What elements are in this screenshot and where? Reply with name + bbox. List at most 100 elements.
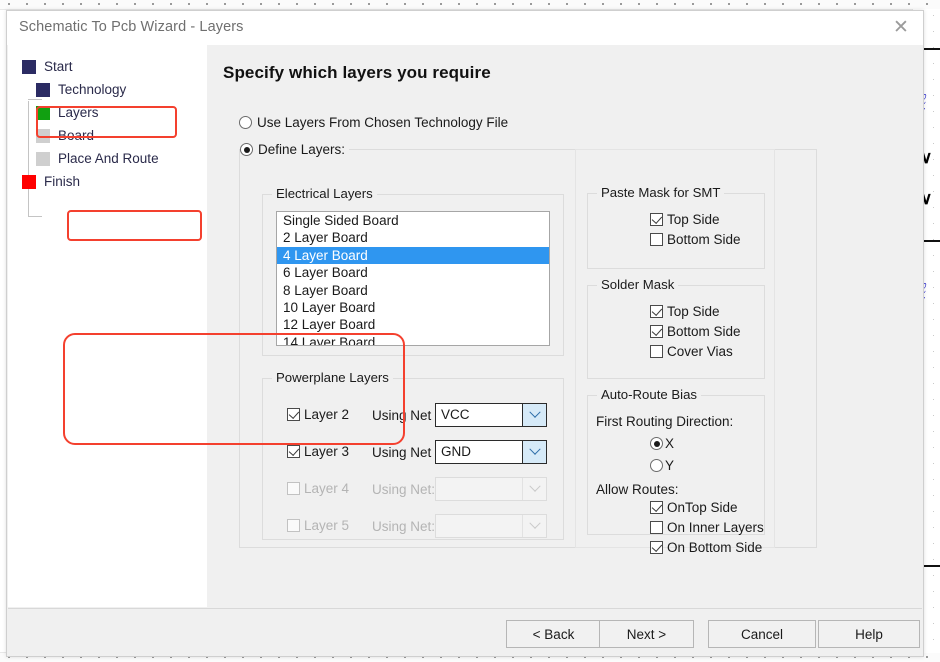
checkbox-cover-vias[interactable]: Cover Vias	[650, 344, 733, 359]
step-marker-icon	[22, 59, 36, 74]
checkbox-indicator	[287, 519, 300, 532]
checkbox-indicator	[287, 445, 300, 458]
checkbox-on-inner-layers[interactable]: On Inner Layers	[650, 520, 764, 535]
wizard-steps-panel: Start Technology Layers Board Place And Rout…	[8, 45, 208, 607]
checkbox-label: Layer 5	[304, 518, 350, 533]
solder-mask-group: Solder Mask Top Side Bottom Side Cover Via…	[587, 277, 765, 379]
checkbox-label: Bottom Side	[667, 232, 741, 247]
using-net-label: Using Net	[372, 445, 432, 460]
checkbox-bottom-side[interactable]: Bottom Side	[650, 324, 741, 339]
wizard-step-start[interactable]: Start	[22, 55, 159, 78]
paste-mask-title: Paste Mask for SMT	[597, 185, 725, 200]
close-icon[interactable]: ✕	[879, 11, 923, 44]
combobox-value	[436, 515, 522, 537]
checkbox-indicator	[650, 213, 663, 226]
button-back[interactable]: < Back	[506, 620, 601, 648]
checkbox-indicator	[650, 305, 663, 318]
radio-indicator	[239, 116, 252, 129]
checkbox-top-side[interactable]: Top Side	[650, 212, 720, 227]
checkbox-label: On Inner Layers	[667, 520, 764, 535]
powerplane-layer-checkbox[interactable]: Layer 3	[287, 444, 349, 459]
step-label: Layers	[58, 105, 99, 120]
checkbox-indicator	[650, 345, 663, 358]
using-net-combobox[interactable]: VCC	[435, 403, 547, 427]
checkbox-label: Layer 2	[304, 407, 350, 422]
listbox-item[interactable]: Single Sided Board	[277, 212, 549, 229]
listbox-item[interactable]: 14 Layer Board	[277, 334, 549, 345]
radio-label: Use Layers From Chosen Technology File	[257, 115, 509, 130]
checkbox-on-bottom-side[interactable]: On Bottom Side	[650, 540, 762, 555]
step-label: Place And Route	[58, 151, 159, 166]
listbox-item[interactable]: 2 Layer Board	[277, 229, 549, 246]
listbox-item[interactable]: 4 Layer Board	[277, 246, 549, 265]
checkbox-indicator	[650, 325, 663, 338]
wizard-step-layers[interactable]: Layers	[22, 101, 159, 124]
chevron-down-icon[interactable]	[522, 478, 546, 500]
radio-direction-y[interactable]: Y	[650, 458, 674, 473]
button-help[interactable]: Help	[818, 620, 920, 648]
radio-define-layers[interactable]: Define Layers:	[240, 142, 345, 157]
radio-indicator	[240, 143, 253, 157]
dialog-footer: < Back Next > Cancel Help	[8, 608, 922, 656]
radio-indicator	[650, 459, 663, 472]
checkbox-label: On Bottom Side	[667, 540, 763, 555]
button-next[interactable]: Next >	[599, 620, 694, 648]
electrical-layers-listbox[interactable]: Single Sided Board 2 Layer Board 4 Layer B…	[276, 211, 550, 346]
step-marker-icon	[36, 151, 50, 166]
wizard-step-technology[interactable]: Technology	[22, 78, 159, 101]
radio-label: Y	[665, 458, 675, 473]
checkbox-indicator	[287, 408, 300, 421]
step-marker-icon	[36, 128, 50, 143]
wizard-step-list: Start Technology Layers Board Place And Rout…	[22, 55, 159, 193]
ruler-top	[0, 0, 940, 10]
titlebar: Schematic To Pcb Wizard - Layers ✕	[7, 11, 923, 45]
radio-direction-x[interactable]: X	[650, 436, 674, 451]
wizard-step-board[interactable]: Board	[22, 124, 159, 147]
checkbox-bottom-side[interactable]: Bottom Side	[650, 232, 741, 247]
checkbox-label: Cover Vias	[667, 344, 733, 359]
page-title: Specify which layers you require	[223, 63, 491, 82]
using-net-label: Using Net	[372, 408, 432, 423]
checkbox-label: Layer 3	[304, 444, 350, 459]
powerplane-layer-checkbox: Layer 4	[287, 481, 349, 496]
step-label: Technology	[58, 82, 127, 97]
button-cancel[interactable]: Cancel	[708, 620, 816, 648]
wizard-step-finish[interactable]: Finish	[22, 170, 159, 193]
chevron-down-icon[interactable]	[522, 441, 546, 463]
chevron-down-icon[interactable]	[522, 515, 546, 537]
combobox-value: VCC	[441, 407, 470, 422]
wizard-step-place-and-route[interactable]: Place And Route	[22, 147, 159, 170]
checkbox-label: Layer 4	[304, 481, 350, 496]
step-label: Board	[58, 128, 95, 143]
checkbox-label: OnTop Side	[667, 500, 738, 515]
combobox-value: GND	[441, 444, 471, 459]
powerplane-layers-group: Powerplane Layers Layer 2 Using Net VCC Lay…	[262, 370, 564, 540]
listbox-item[interactable]: 10 Layer Board	[277, 299, 549, 316]
checkbox-indicator	[650, 501, 663, 514]
checkbox-indicator	[650, 541, 663, 554]
listbox-item[interactable]: 8 Layer Board	[277, 282, 549, 299]
dialog-content: Specify which layers you require Use Lay…	[207, 45, 922, 607]
using-net-combobox[interactable]: GND	[435, 440, 547, 464]
step-label: Start	[44, 59, 73, 74]
window-title: Schematic To Pcb Wizard - Layers	[19, 19, 244, 35]
using-net-label: Using Net:	[372, 519, 436, 534]
combobox-value	[436, 478, 522, 500]
radio-use-technology-file[interactable]: Use Layers From Chosen Technology File	[239, 115, 508, 130]
powerplane-layer-checkbox[interactable]: Layer 2	[287, 407, 349, 422]
listbox-item[interactable]: 6 Layer Board	[277, 264, 549, 281]
listbox-item[interactable]: 12 Layer Board	[277, 316, 549, 333]
checkbox-label: Top Side	[667, 212, 720, 227]
auto-route-bias-group: Auto-Route Bias First Routing Direction:…	[587, 387, 765, 555]
checkbox-ontop-side[interactable]: OnTop Side	[650, 500, 738, 515]
chevron-down-icon[interactable]	[522, 404, 546, 426]
auto-route-bias-title: Auto-Route Bias	[597, 387, 702, 402]
radio-indicator	[650, 437, 663, 450]
checkbox-top-side[interactable]: Top Side	[650, 304, 720, 319]
radio-label: Define Layers:	[258, 142, 346, 158]
powerplane-layer-checkbox: Layer 5	[287, 518, 349, 533]
using-net-combobox	[435, 477, 547, 501]
allow-routes-label: Allow Routes:	[596, 482, 679, 497]
checkbox-indicator	[650, 521, 663, 534]
radio-label: X	[665, 436, 675, 451]
